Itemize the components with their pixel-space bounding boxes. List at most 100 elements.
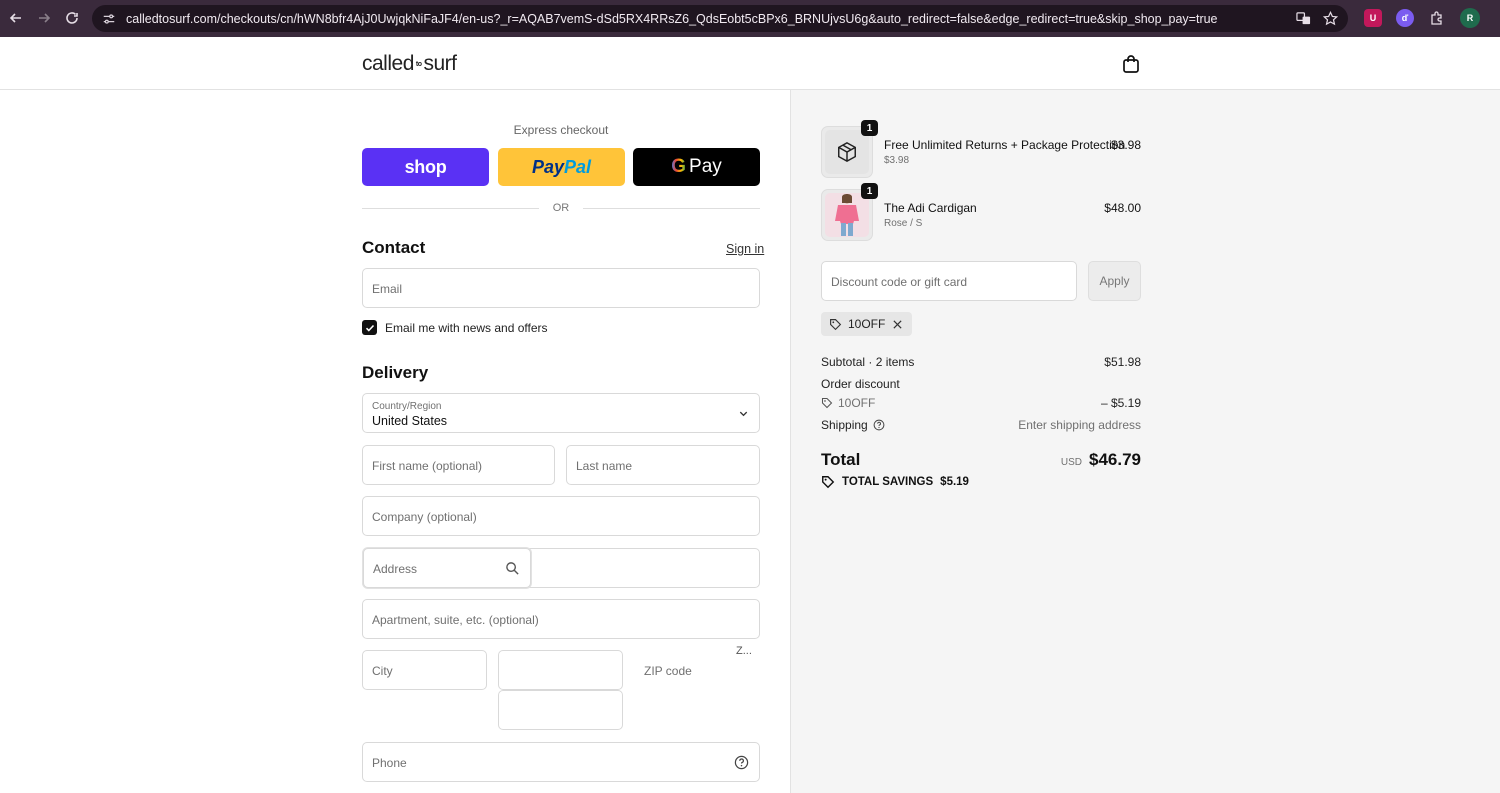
quantity-badge: 1 <box>861 120 878 136</box>
savings-value: $5.19 <box>940 476 969 488</box>
applied-code-text: 10OFF <box>848 317 886 331</box>
item-price: $48.00 <box>1104 201 1141 215</box>
phone-field[interactable]: Phone <box>362 742 760 782</box>
logo-text-mid: to <box>415 61 422 68</box>
extension-circle-icon[interactable]: ď <box>1396 9 1414 27</box>
translate-icon[interactable] <box>1296 11 1311 26</box>
company-placeholder: Company (optional) <box>372 510 477 524</box>
address-field[interactable]: Address <box>363 548 531 588</box>
shipping-label: Shipping <box>821 418 868 432</box>
newsletter-checkbox[interactable] <box>362 320 377 335</box>
company-field[interactable]: Company (optional) <box>362 496 760 536</box>
country-label: Country/Region <box>372 401 442 412</box>
shopping-bag-icon[interactable] <box>1122 54 1140 74</box>
cardigan-product-image <box>835 194 859 236</box>
item-variant: $3.98 <box>884 155 910 166</box>
shipping-row: Shipping Enter shipping address <box>821 418 1141 432</box>
country-select[interactable]: Country/Region United States <box>362 393 760 433</box>
checkout-form-column: Express checkout shop Pay Pal G Pay OR Con… <box>0 90 790 793</box>
first-name-field[interactable]: First name (optional) <box>362 445 555 485</box>
forward-arrow-icon <box>39 13 51 23</box>
paypal-label-a: Pay <box>531 156 564 177</box>
package-box-icon <box>838 141 856 163</box>
first-name-placeholder: First name (optional) <box>372 459 483 473</box>
state-select[interactable] <box>498 650 623 690</box>
shop-pay-label: shop <box>404 156 447 177</box>
site-settings-icon[interactable] <box>102 11 118 27</box>
logo-text-left: called <box>362 52 414 75</box>
reload-icon <box>66 12 78 24</box>
apply-button[interactable]: Apply <box>1088 261 1141 301</box>
express-checkout-label: Express checkout <box>513 123 609 137</box>
shipping-value: Enter shipping address <box>1018 418 1141 432</box>
help-circle-icon[interactable] <box>734 755 749 770</box>
profile-avatar[interactable]: R <box>1460 8 1480 28</box>
discount-code-label: 10OFF <box>838 396 876 410</box>
discount-code-field[interactable]: Discount code or gift card <box>821 261 1077 301</box>
forward-button[interactable] <box>30 4 58 32</box>
google-g-icon: G <box>671 156 687 177</box>
extensions-puzzle-icon[interactable] <box>1428 9 1446 27</box>
remove-discount-icon[interactable] <box>891 318 904 331</box>
email-field[interactable]: Email <box>362 268 760 308</box>
total-label: Total <box>821 450 861 469</box>
subtotal-value: $51.98 <box>1104 355 1141 369</box>
newsletter-checkbox-row[interactable]: Email me with news and offers <box>362 320 548 335</box>
discount-placeholder: Discount code or gift card <box>831 275 968 289</box>
total-row: Total USD $46.79 <box>821 450 1141 470</box>
last-name-field[interactable]: Last name <box>566 445 760 485</box>
extension-shield-icon[interactable]: U <box>1364 9 1382 27</box>
or-divider: OR <box>362 200 760 216</box>
address-bar[interactable]: calledtosurf.com/checkouts/cn/hWN8bfr4Aj… <box>92 5 1348 32</box>
zip-field[interactable]: ZIP code <box>644 664 692 678</box>
item-name: The Adi Cardigan <box>884 201 977 215</box>
savings-label: TOTAL SAVINGS <box>842 476 934 488</box>
state-select-dropdown[interactable] <box>498 690 623 730</box>
discount-value: – $5.19 <box>1100 396 1141 410</box>
shop-pay-button[interactable]: shop <box>362 148 489 186</box>
paypal-button[interactable]: Pay Pal <box>498 148 625 186</box>
reload-button[interactable] <box>58 4 86 32</box>
phone-placeholder: Phone <box>372 756 407 770</box>
google-pay-label: Pay <box>689 156 722 177</box>
cart-line-item: 1 Free Unlimited Returns + Package Prote… <box>821 120 1141 178</box>
browser-toolbar: calledtosurf.com/checkouts/cn/hWN8bfr4Aj… <box>0 0 1500 37</box>
help-circle-icon[interactable] <box>873 419 885 431</box>
or-text: OR <box>552 202 570 214</box>
sign-in-link[interactable]: Sign in <box>726 242 764 256</box>
store-header: called to surf <box>0 37 1500 90</box>
last-name-placeholder: Last name <box>576 459 633 473</box>
order-discount-label: Order discount <box>821 377 900 391</box>
tag-icon <box>821 397 833 409</box>
applied-discount-chip: 10OFF <box>821 312 913 336</box>
email-placeholder: Email <box>372 282 403 296</box>
city-placeholder: City <box>372 664 393 678</box>
quantity-badge: 1 <box>861 183 878 199</box>
bookmark-star-icon[interactable] <box>1323 11 1338 26</box>
back-arrow-icon <box>9 13 21 23</box>
country-value: United States <box>372 414 448 428</box>
back-button[interactable] <box>2 4 30 32</box>
cart-line-item: 1 The Adi Cardigan Rose / S $48.00 <box>821 183 1141 241</box>
apartment-field[interactable]: Apartment, suite, etc. (optional) <box>362 599 760 639</box>
paypal-label-b: Pal <box>564 156 592 177</box>
contact-heading: Contact <box>362 238 426 257</box>
zip-truncated-label: Z... <box>736 645 752 657</box>
chevron-down-icon <box>739 411 748 417</box>
address-placeholder: Address <box>373 562 418 576</box>
google-pay-button[interactable]: G Pay <box>633 148 760 186</box>
checkmark-icon <box>365 324 374 332</box>
apartment-placeholder: Apartment, suite, etc. (optional) <box>372 613 539 627</box>
subtotal-row: Subtotal · 2 items $51.98 <box>821 355 1141 369</box>
store-logo[interactable]: called to surf <box>362 52 457 76</box>
total-savings: TOTAL SAVINGS $5.19 <box>821 475 969 489</box>
discount-code-row: 10OFF – $5.19 <box>821 396 1141 410</box>
order-discount-row: Order discount <box>821 377 1141 391</box>
city-field[interactable]: City <box>362 650 487 690</box>
search-icon[interactable] <box>505 561 520 576</box>
item-name: Free Unlimited Returns + Package Protect… <box>884 138 1126 152</box>
delivery-heading: Delivery <box>362 363 429 382</box>
currency-code: USD <box>1060 457 1082 468</box>
logo-text-right: surf <box>423 52 457 75</box>
tag-icon <box>822 476 835 489</box>
